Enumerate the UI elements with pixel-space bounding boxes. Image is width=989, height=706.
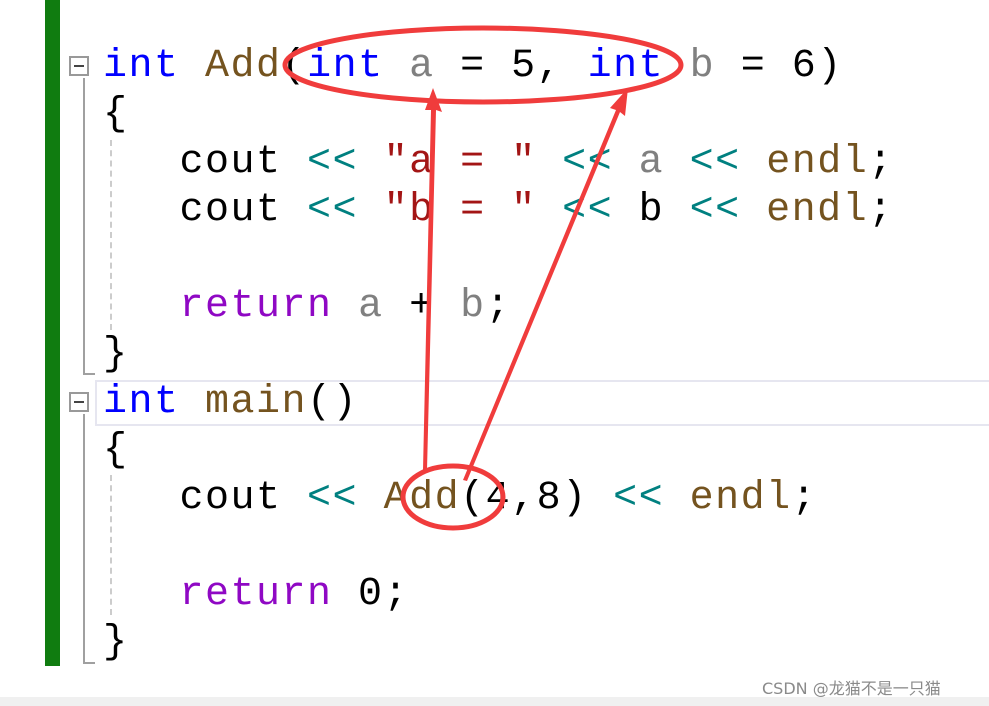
annotation-ellipse-defaults	[282, 25, 684, 105]
annotation-arrow-a	[423, 88, 442, 470]
annotation-layer	[282, 25, 684, 531]
annotation-ellipse-args	[400, 463, 506, 531]
annotation-arrow-b	[463, 88, 628, 481]
watermark: CSDN @龙猫不是一只猫	[762, 679, 941, 698]
status-bar	[0, 697, 989, 706]
